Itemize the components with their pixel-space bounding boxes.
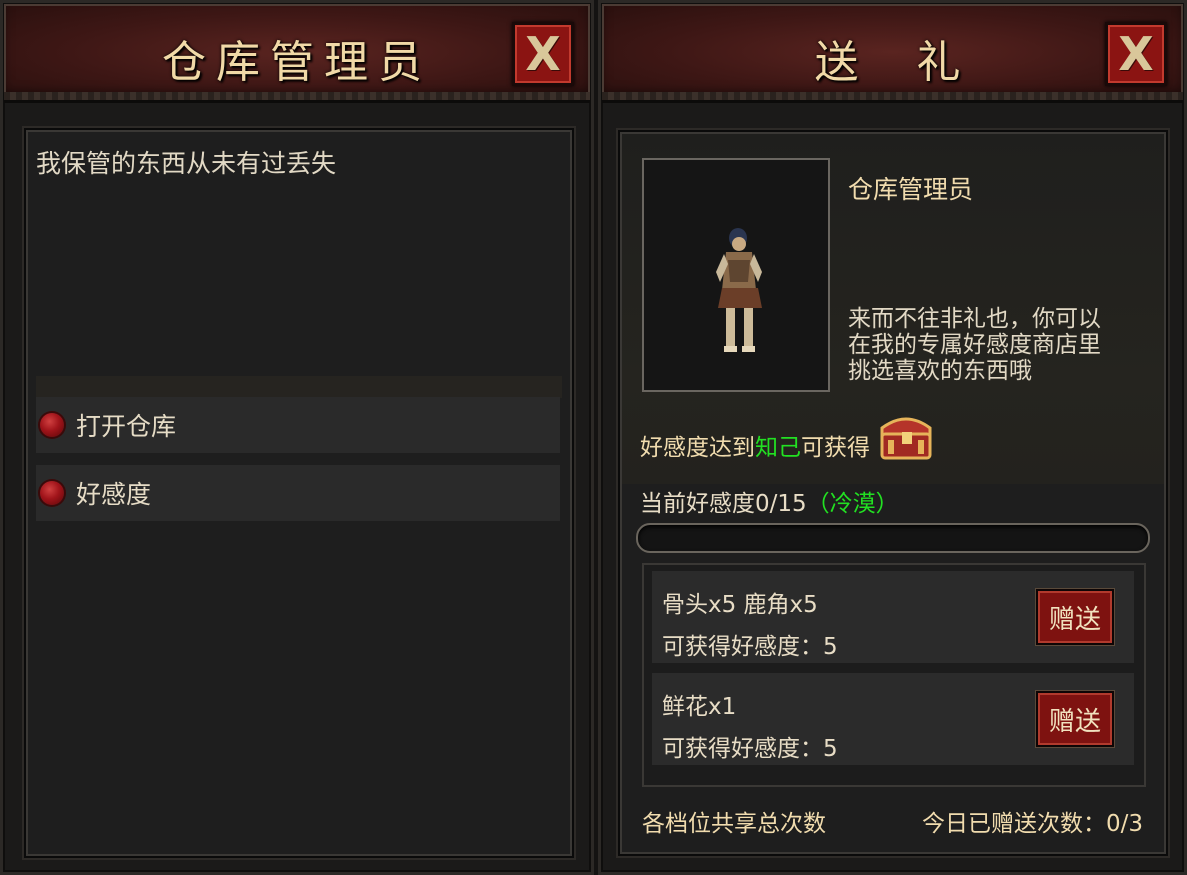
gift-option: 鲜花x1 可获得好感度：5 赠送 — [652, 673, 1134, 765]
daily-gift-count: 今日已赠送次数：0/3 — [921, 811, 1143, 837]
npc-name: 仓库管理员 — [848, 175, 974, 204]
footer-shared-note: 各档位共享总次数 — [642, 811, 826, 837]
gift-button-label: 赠送 — [1048, 706, 1101, 737]
gift-option: 骨头x5 鹿角x5 可获得好感度：5 赠送 — [652, 571, 1134, 663]
gift-items: 骨头x5 鹿角x5 — [662, 592, 818, 618]
npc-dialogue: 我保管的东西从未有过丢失 — [36, 149, 337, 178]
menu-item-open-warehouse[interactable]: 打开仓库 — [36, 397, 560, 453]
close-icon: X — [525, 27, 561, 81]
gift-gain: 可获得好感度：5 — [662, 736, 838, 762]
gift-dialog: 送 礼 X 仓库管理员 来而不往非礼也，你可以 在我的专属好感度商店里 挑选喜欢… — [598, 0, 1187, 875]
npc-description: 来而不往非礼也，你可以 在我的专属好感度商店里 挑选喜欢的东西哦 — [848, 306, 1101, 384]
description-line: 在我的专属好感度商店里 — [848, 332, 1101, 358]
menu-item-label: 打开仓库 — [76, 412, 177, 441]
favorability-status: （冷漠） — [806, 491, 899, 517]
description-line: 来而不往非礼也，你可以 — [848, 306, 1101, 332]
dialog-title: 送 礼 — [814, 37, 971, 88]
favorability-value: 当前好感度0/15 — [640, 491, 807, 517]
menu-item-favorability[interactable]: 好感度 — [36, 465, 560, 521]
dialog-title: 仓库管理员 — [162, 37, 432, 88]
gift-gain: 可获得好感度：5 — [662, 634, 838, 660]
description-line: 挑选喜欢的东西哦 — [848, 358, 1032, 384]
menu-item-label: 好感度 — [76, 480, 152, 509]
title-bar: 送 礼 X — [602, 4, 1183, 103]
red-orb-icon — [40, 481, 64, 505]
title-bar: 仓库管理员 X — [4, 4, 590, 103]
favorability-progress-bar — [636, 523, 1150, 553]
close-icon: X — [1118, 27, 1154, 81]
npc-portrait — [642, 158, 830, 392]
red-orb-icon — [40, 413, 64, 437]
close-button[interactable]: X — [1105, 22, 1167, 86]
current-favorability: 当前好感度0/15（冷漠） — [640, 484, 899, 518]
gift-button-label: 赠送 — [1048, 604, 1101, 635]
treasure-chest-icon[interactable] — [878, 410, 934, 462]
gift-button[interactable]: 赠送 — [1036, 589, 1114, 645]
npc-figure-image — [644, 160, 828, 390]
warehouse-keeper-dialog: 仓库管理员 X 我保管的东西从未有过丢失 打开仓库 好感度 — [0, 0, 594, 875]
gift-items: 鲜花x1 — [662, 694, 737, 720]
gift-list: 骨头x5 鹿角x5 可获得好感度：5 赠送 鲜花x1 可获得好感度：5 赠送 — [642, 563, 1146, 787]
reward-suffix: 可获得 — [801, 435, 870, 461]
gift-button[interactable]: 赠送 — [1036, 691, 1114, 747]
divider — [36, 376, 562, 398]
reward-level: 知己 — [755, 435, 801, 461]
reward-text: 好感度达到知己可获得 — [640, 428, 870, 462]
close-button[interactable]: X — [512, 22, 574, 86]
reward-prefix: 好感度达到 — [640, 435, 755, 461]
